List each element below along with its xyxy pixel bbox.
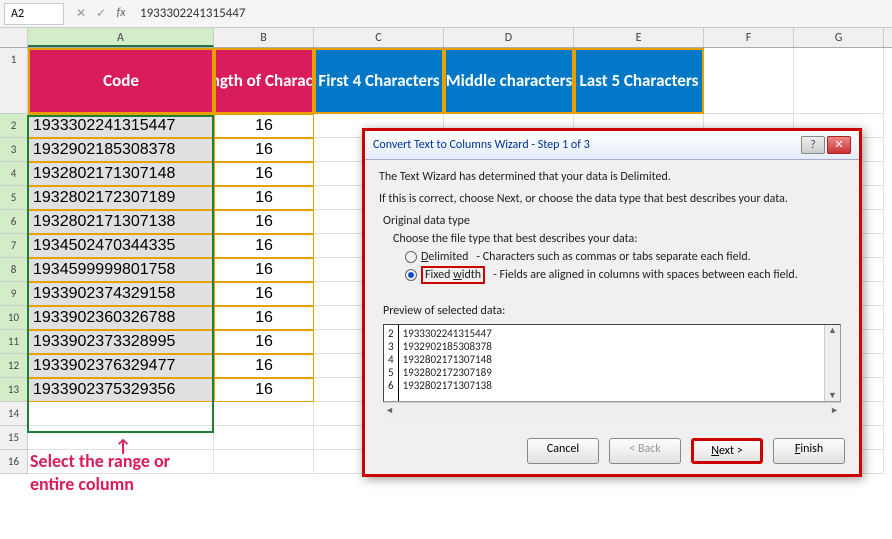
cell[interactable] (28, 402, 214, 426)
col-header-D[interactable]: D (444, 28, 574, 47)
section-label: Original data type (383, 214, 845, 228)
code-cell[interactable]: 1933902373328995 (28, 330, 214, 354)
hscrollbar[interactable]: ◄► (383, 402, 841, 418)
code-cell[interactable]: 1933902360326788 (28, 306, 214, 330)
length-cell[interactable]: 16 (214, 210, 314, 234)
row-header[interactable]: 16 (0, 450, 28, 474)
col-header-E[interactable]: E (574, 28, 704, 47)
help-button[interactable]: ? (801, 136, 825, 154)
delimited-radio[interactable] (405, 251, 417, 263)
cell[interactable] (214, 402, 314, 426)
formula-input[interactable]: 1933302241315447 (134, 3, 892, 24)
row-header[interactable]: 3 (0, 138, 28, 162)
name-box[interactable]: A2 (4, 3, 64, 25)
row-header[interactable]: 12 (0, 354, 28, 378)
fx-icon[interactable]: fx (112, 6, 130, 21)
col-header-F[interactable]: F (704, 28, 794, 47)
cancel-button[interactable]: Cancel (527, 438, 599, 464)
cancel-formula-icon[interactable]: ✕ (72, 6, 90, 21)
row-header[interactable]: 7 (0, 234, 28, 258)
col-header-G[interactable]: G (794, 28, 884, 47)
header-last5[interactable]: Last 5 Characters (574, 48, 704, 114)
row-headers: 1 2 3 4 5 6 7 8 9 10 11 12 13 14 15 16 (0, 48, 28, 474)
length-cell[interactable]: 16 (214, 234, 314, 258)
back-button: < Back (609, 438, 681, 464)
column-headers: A B C D E F G (0, 28, 892, 48)
fixed-width-radio[interactable] (405, 269, 417, 281)
row-header[interactable]: 11 (0, 330, 28, 354)
row-header[interactable]: 4 (0, 162, 28, 186)
code-cell[interactable]: 1932802171307138 (28, 210, 214, 234)
dialog-title: Convert Text to Columns Wizard - Step 1 … (373, 138, 801, 152)
row-header[interactable]: 2 (0, 114, 28, 138)
fixed-width-desc: - Fields are aligned in columns with spa… (493, 268, 798, 282)
cell[interactable] (704, 48, 794, 114)
vscrollbar[interactable]: ▲▼ (824, 325, 840, 401)
code-cell[interactable]: 1934599999801758 (28, 258, 214, 282)
col-header-B[interactable]: B (214, 28, 314, 47)
code-cell[interactable]: 1933302241315447 (28, 114, 214, 138)
code-cell[interactable]: 1933902376329477 (28, 354, 214, 378)
cell[interactable] (214, 450, 314, 474)
dialog-intro: If this is correct, choose Next, or choo… (379, 192, 845, 206)
row-header[interactable]: 1 (0, 48, 28, 114)
code-cell[interactable]: 1932802172307189 (28, 186, 214, 210)
length-cell[interactable]: 16 (214, 378, 314, 402)
row-header[interactable]: 13 (0, 378, 28, 402)
row-header[interactable]: 6 (0, 210, 28, 234)
length-cell[interactable]: 16 (214, 114, 314, 138)
length-cell[interactable]: 16 (214, 138, 314, 162)
header-middle[interactable]: Middle characters (444, 48, 574, 114)
text-to-columns-dialog: Convert Text to Columns Wizard - Step 1 … (362, 128, 862, 477)
dialog-intro: The Text Wizard has determined that your… (379, 170, 845, 184)
accept-formula-icon[interactable]: ✓ (92, 6, 110, 21)
preview-box: 23456 1933302241315447193290218530837819… (383, 324, 841, 402)
cell[interactable] (214, 426, 314, 450)
delimited-desc: - Characters such as commas or tabs sepa… (476, 250, 750, 264)
next-button[interactable]: Next > (691, 438, 763, 464)
preview-label: Preview of selected data: (383, 304, 845, 318)
choose-label: Choose the file type that best describes… (393, 232, 845, 246)
length-cell[interactable]: 16 (214, 354, 314, 378)
row-header[interactable]: 9 (0, 282, 28, 306)
code-cell[interactable]: 1932802171307148 (28, 162, 214, 186)
length-cell[interactable]: 16 (214, 330, 314, 354)
row-header[interactable]: 8 (0, 258, 28, 282)
row-header[interactable]: 14 (0, 402, 28, 426)
row-header[interactable]: 5 (0, 186, 28, 210)
finish-button[interactable]: Finish (773, 438, 845, 464)
fixed-width-label[interactable]: Fixed width (421, 266, 485, 284)
cell[interactable] (794, 48, 884, 114)
header-code[interactable]: Code (28, 48, 214, 114)
delimited-label[interactable]: Delimited (421, 250, 468, 264)
code-cell[interactable]: 1933902374329158 (28, 282, 214, 306)
formula-bar: A2 ✕ ✓ fx 1933302241315447 (0, 0, 892, 28)
annotation-text: Select the range orentire column (30, 450, 170, 497)
col-header-C[interactable]: C (314, 28, 444, 47)
formula-icons: ✕ ✓ fx (68, 6, 134, 21)
code-cell[interactable]: 1932902185308378 (28, 138, 214, 162)
length-cell[interactable]: 16 (214, 258, 314, 282)
header-first4[interactable]: First 4 Characters (314, 48, 444, 114)
select-all-corner[interactable] (0, 28, 28, 47)
col-header-A[interactable]: A (28, 28, 214, 47)
code-cell[interactable]: 1933902375329356 (28, 378, 214, 402)
length-cell[interactable]: 16 (214, 282, 314, 306)
dialog-titlebar[interactable]: Convert Text to Columns Wizard - Step 1 … (365, 131, 859, 160)
close-button[interactable]: ✕ (827, 136, 851, 154)
header-length[interactable]: Length of Character (214, 48, 314, 114)
length-cell[interactable]: 16 (214, 162, 314, 186)
row-header[interactable]: 10 (0, 306, 28, 330)
length-cell[interactable]: 16 (214, 186, 314, 210)
length-cell[interactable]: 16 (214, 306, 314, 330)
row-header[interactable]: 15 (0, 426, 28, 450)
code-cell[interactable]: 1934502470344335 (28, 234, 214, 258)
